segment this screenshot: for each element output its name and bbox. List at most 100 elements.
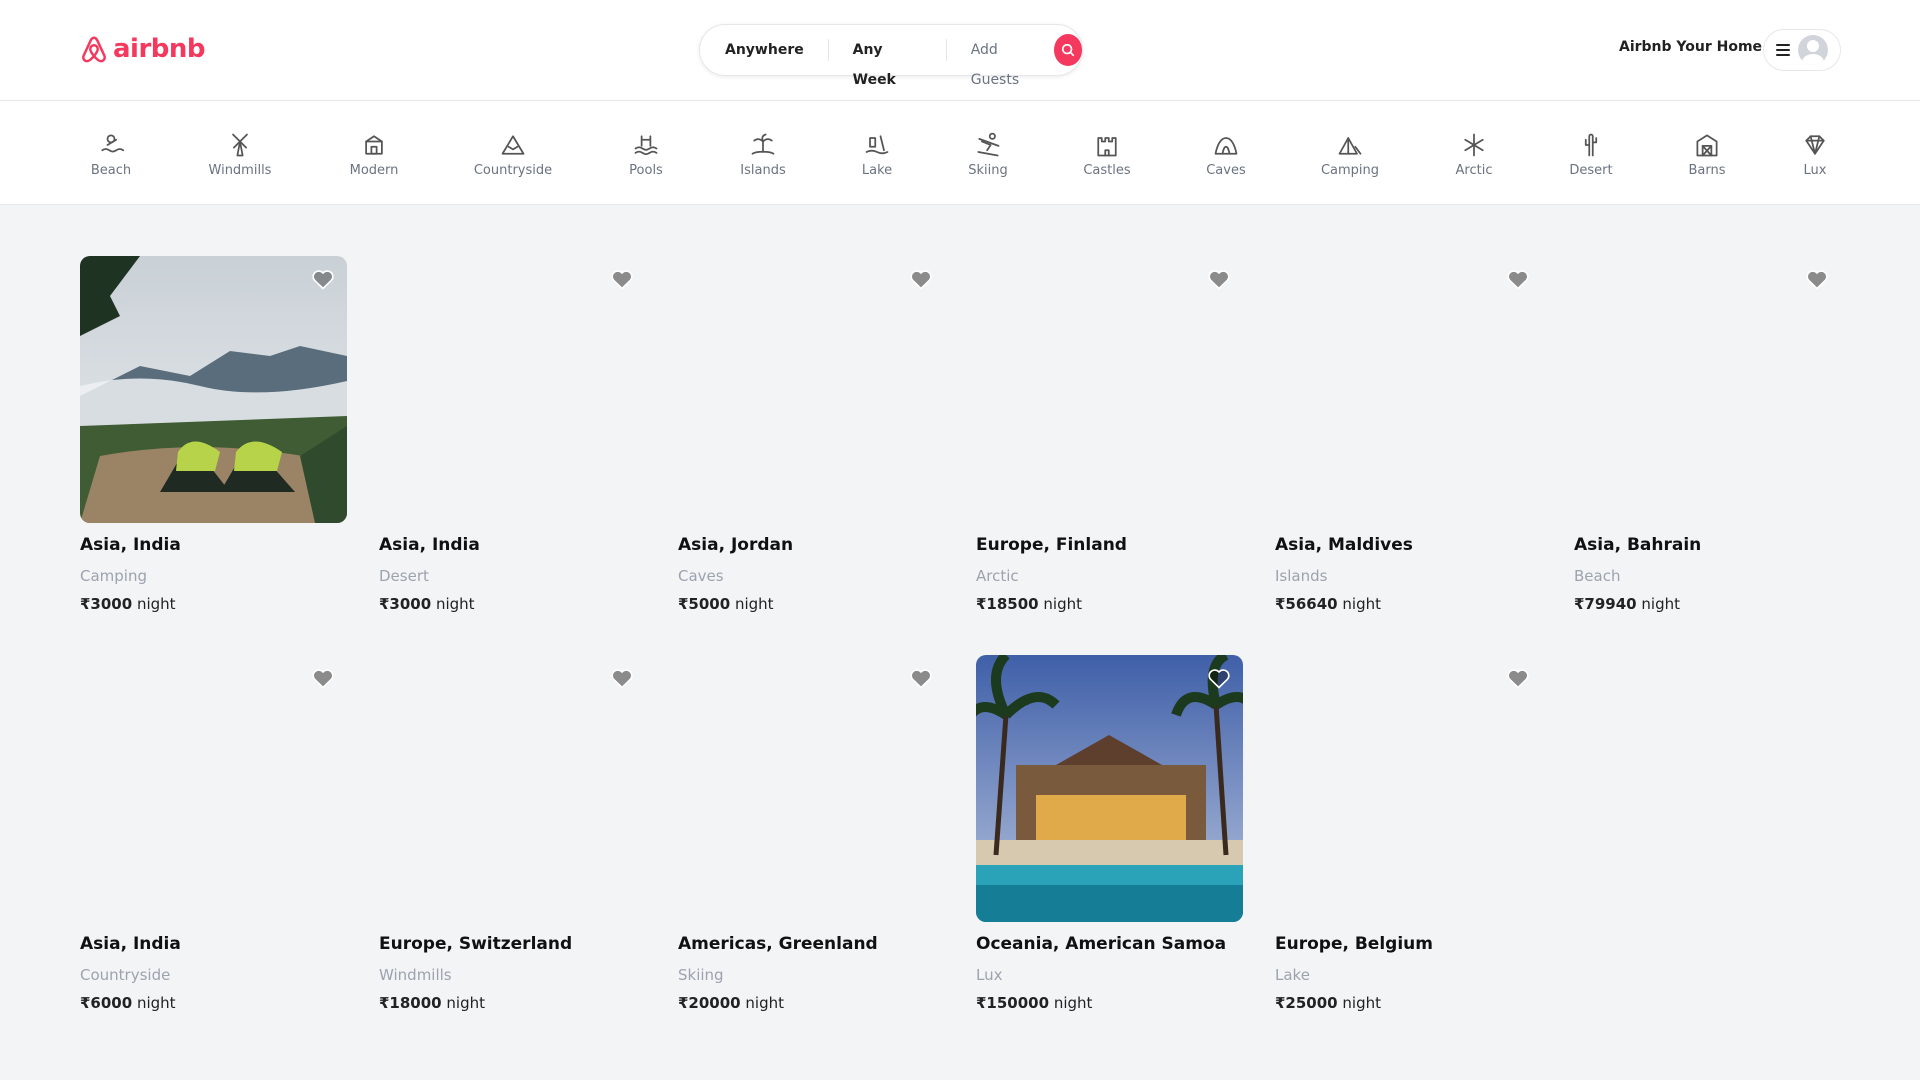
listing-card[interactable]: Asia, Jordan Caves ₹5000 night: [678, 256, 945, 613]
listing-card[interactable]: Asia, India Desert ₹3000 night: [379, 256, 646, 613]
listing-card[interactable]: Asia, Maldives Islands ₹56640 night: [1275, 256, 1542, 613]
category-caves[interactable]: Caves: [1171, 131, 1281, 178]
listing-photo: [80, 256, 347, 523]
heart-icon[interactable]: [909, 667, 933, 689]
category-label: Lux: [1803, 163, 1827, 178]
category-castles[interactable]: Castles: [1052, 131, 1162, 178]
listing-image[interactable]: [379, 256, 646, 523]
listing-category: Skiing: [678, 966, 724, 984]
heart-icon[interactable]: [311, 667, 335, 689]
category-skiing[interactable]: Skiing: [933, 131, 1043, 178]
category-lake[interactable]: Lake: [822, 131, 932, 178]
category-barns[interactable]: Barns: [1652, 131, 1762, 178]
category-camping[interactable]: Camping: [1295, 131, 1405, 178]
listing-category: Countryside: [80, 966, 171, 984]
listing-image[interactable]: [678, 655, 945, 922]
skiing-icon: [977, 132, 1000, 157]
camping-icon: [1338, 137, 1362, 155]
listing-price-unit: night: [740, 994, 784, 1012]
heart-icon[interactable]: [909, 268, 933, 290]
listing-price: ₹5000 night: [678, 595, 945, 613]
listing-price: ₹3000 night: [80, 595, 347, 613]
search-bar[interactable]: Anywhere Any Week Add Guests: [699, 24, 1083, 88]
brand-name: airbnb: [113, 34, 206, 64]
category-windmills[interactable]: Windmills: [185, 131, 295, 178]
heart-icon[interactable]: [1506, 268, 1530, 290]
listing-price-unit: night: [1038, 595, 1082, 613]
listing-card[interactable]: Asia, India Camping ₹3000 night: [80, 256, 347, 613]
listing-price-amount: ₹150000: [976, 994, 1050, 1012]
category-desert[interactable]: Desert: [1536, 131, 1646, 178]
listing-image[interactable]: [1275, 655, 1542, 922]
listing-card[interactable]: Europe, Finland Arctic ₹18500 night: [976, 256, 1243, 613]
heart-icon[interactable]: [1207, 667, 1231, 689]
heart-icon[interactable]: [1207, 268, 1231, 290]
listing-price-amount: ₹5000: [678, 595, 731, 613]
listing-card[interactable]: Americas, Greenland Skiing ₹20000 night: [678, 655, 945, 1012]
listing-category: Islands: [1275, 567, 1328, 585]
airbnb-your-home-link[interactable]: Airbnb Your Home: [1619, 39, 1762, 55]
listing-image[interactable]: [80, 655, 347, 922]
category-label: Caves: [1206, 163, 1246, 178]
category-arctic[interactable]: Arctic: [1419, 131, 1529, 178]
listing-category: Arctic: [976, 567, 1019, 585]
listing-price-unit: night: [1049, 994, 1093, 1012]
search-guests[interactable]: Add Guests: [947, 35, 1054, 88]
snowflake-icon: [1464, 133, 1484, 157]
cave-icon: [1214, 137, 1238, 155]
category-label: Desert: [1569, 163, 1613, 178]
heart-icon[interactable]: [610, 667, 634, 689]
listing-card[interactable]: Asia, Bahrain Beach ₹79940 night: [1574, 256, 1841, 613]
listing-category: Windmills: [379, 966, 452, 984]
listing-price-amount: ₹18500: [976, 595, 1039, 613]
cactus-icon: [1584, 133, 1598, 157]
listing-image[interactable]: [1275, 256, 1542, 523]
listing-location: Asia, Maldives: [1275, 535, 1413, 555]
listing-price-amount: ₹20000: [678, 994, 741, 1012]
listing-card[interactable]: Oceania, American Samoa Lux ₹150000 night: [976, 655, 1243, 1012]
listing-location: Asia, India: [379, 535, 480, 555]
listing-card[interactable]: Europe, Switzerland Windmills ₹18000 night: [379, 655, 646, 1012]
search-when[interactable]: Any Week: [829, 35, 946, 88]
heart-icon[interactable]: [1805, 268, 1829, 290]
listing-image[interactable]: [379, 655, 646, 922]
pool-icon: [634, 135, 658, 156]
category-label: Barns: [1688, 163, 1726, 178]
category-label: Camping: [1320, 163, 1380, 178]
category-islands[interactable]: Islands: [708, 131, 818, 178]
category-beach[interactable]: Beach: [56, 131, 166, 178]
listing-location: Europe, Switzerland: [379, 934, 573, 954]
user-menu-button[interactable]: [1763, 29, 1841, 71]
category-label: Arctic: [1455, 163, 1493, 178]
listing-price-amount: ₹79940: [1574, 595, 1637, 613]
listing-price: ₹79940 night: [1574, 595, 1841, 613]
category-lux[interactable]: Lux: [1760, 131, 1870, 178]
search-button[interactable]: [1053, 34, 1082, 66]
listing-price: ₹18500 night: [976, 595, 1243, 613]
listing-card[interactable]: Europe, Belgium Lake ₹25000 night: [1275, 655, 1542, 1012]
mountain-icon: [501, 135, 525, 155]
heart-icon[interactable]: [610, 268, 634, 290]
listing-location: Asia, India: [80, 535, 181, 555]
airbnb-logo[interactable]: airbnb: [79, 32, 206, 66]
listing-image[interactable]: [80, 256, 347, 523]
listing-image[interactable]: [678, 256, 945, 523]
heart-icon[interactable]: [311, 268, 335, 290]
listing-photo: [976, 655, 1243, 922]
listing-image[interactable]: [976, 655, 1243, 922]
category-label: Islands: [740, 163, 786, 178]
listing-card[interactable]: Asia, India Countryside ₹6000 night: [80, 655, 347, 1012]
listing-category: Caves: [678, 567, 724, 585]
listing-image[interactable]: [1574, 256, 1841, 523]
island-icon: [751, 133, 775, 155]
beach-icon: [101, 134, 125, 153]
listing-price-unit: night: [132, 994, 176, 1012]
listing-price-unit: night: [441, 994, 485, 1012]
category-modern[interactable]: Modern: [319, 131, 429, 178]
heart-icon[interactable]: [1506, 667, 1530, 689]
category-pools[interactable]: Pools: [591, 131, 701, 178]
search-where[interactable]: Anywhere: [700, 35, 828, 65]
listing-location: Asia, India: [80, 934, 181, 954]
listing-image[interactable]: [976, 256, 1243, 523]
category-countryside[interactable]: Countryside: [458, 131, 568, 178]
